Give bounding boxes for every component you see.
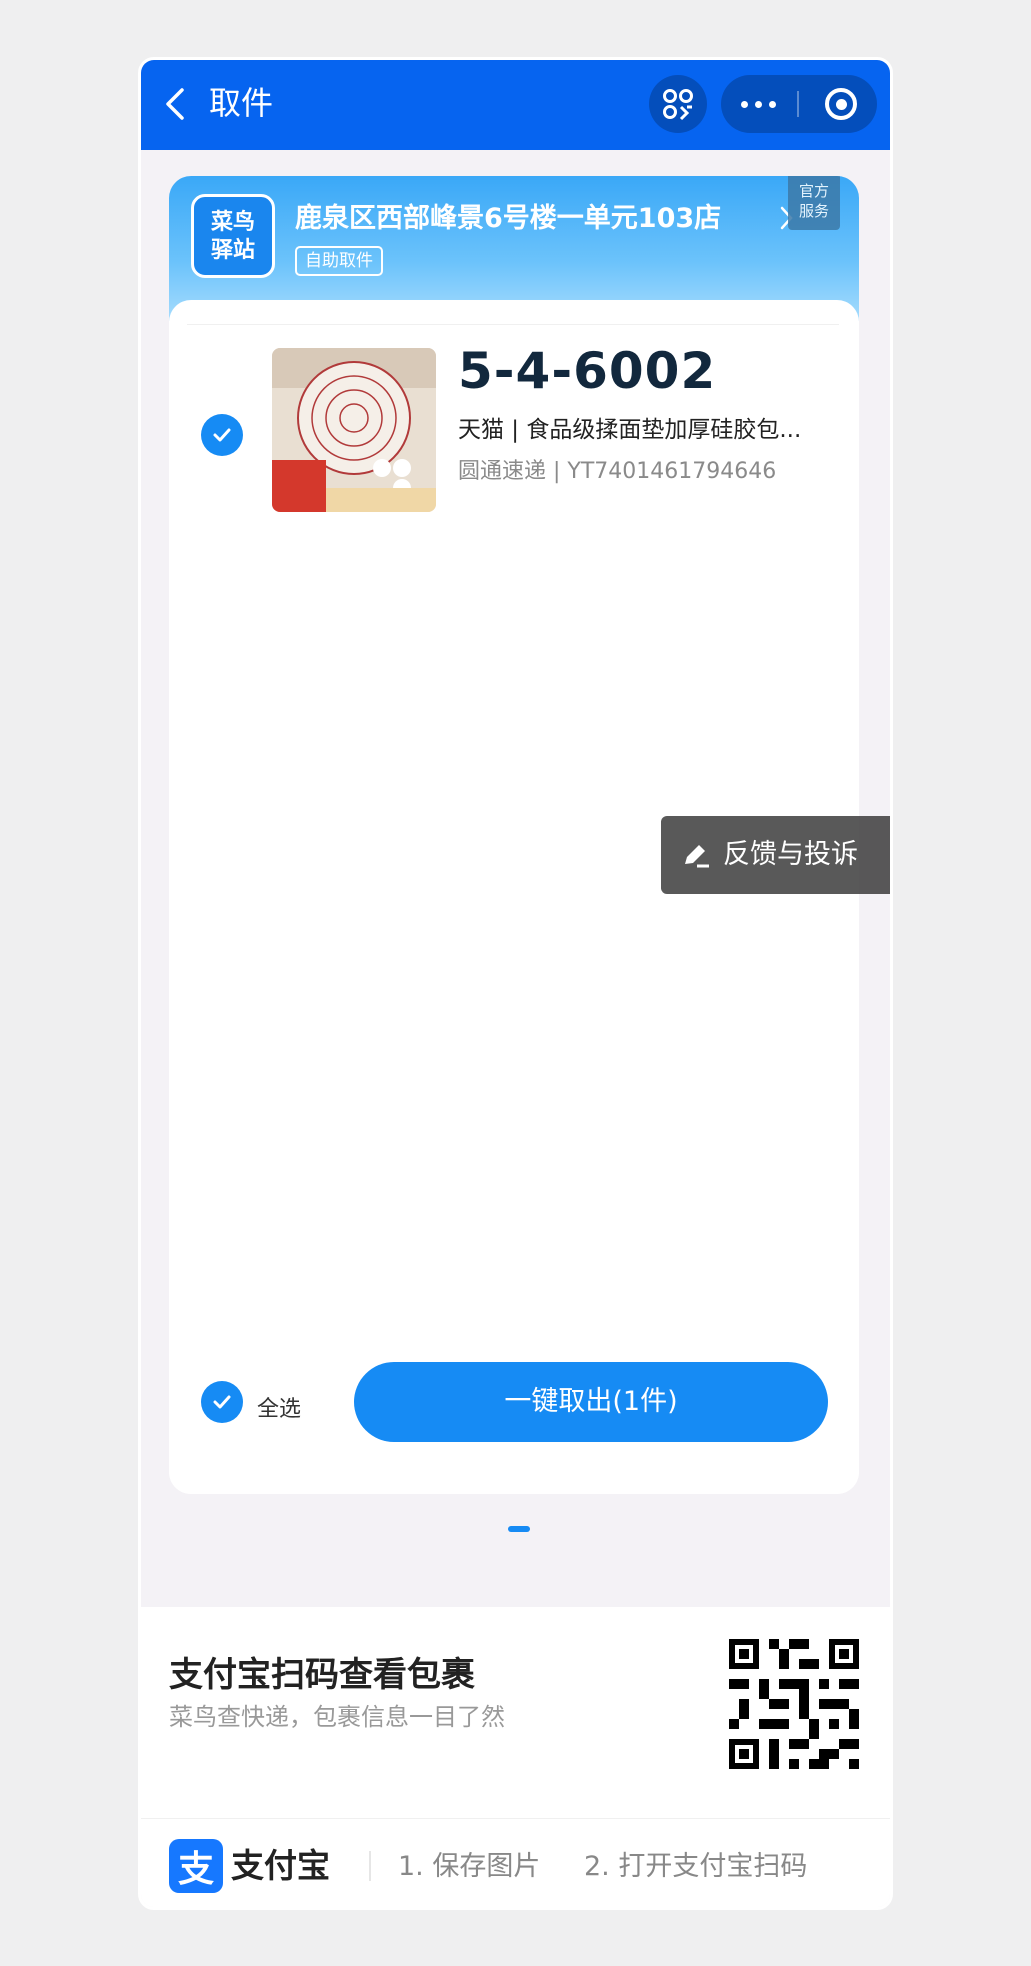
badge-line: 官方 [798,182,829,200]
package-description: 天猫 | 食品级揉面垫加厚硅胶包... [458,417,802,443]
page-indicator [508,1526,530,1532]
step-open-alipay: 2. 打开支付宝扫码 [584,1851,808,1882]
scan-code-icon [663,89,693,121]
divider [369,1851,371,1881]
more-dot [769,100,776,108]
tracking-info: 圆通速递 | YT7401461794646 [458,459,777,484]
navbar: 取件 [141,60,890,150]
self-pickup-tag: 自助取件 [295,246,383,276]
scan-code-button[interactable] [649,75,707,133]
alipay-logo-icon: 支 [169,1839,223,1893]
more-button[interactable] [721,75,796,133]
feedback-button[interactable]: 反馈与投诉 [661,816,890,894]
divider [141,1818,890,1819]
badge-line: 服务 [798,202,829,220]
app-frame: 取件 菜鸟 驿站 鹿泉区西部峰景6号楼一单元103店 自助取件 官方 服务 5-… [138,57,893,1910]
official-service-badge: 官方 服务 [788,176,840,230]
package-checkbox[interactable] [201,414,243,456]
chevron-left-icon [166,88,184,120]
package-list: 5-4-6002 天猫 | 食品级揉面垫加厚硅胶包... 圆通速递 | YT74… [169,300,859,1494]
logo-line: 菜鸟 [210,210,255,235]
capsule-divider [797,91,799,117]
promo-title: 支付宝扫码查看包裹 [169,1655,475,1695]
promo-subtitle: 菜鸟查快递，包裹信息一目了然 [169,1703,505,1731]
divider [187,324,839,325]
cainiao-station-logo: 菜鸟 驿站 [191,194,275,278]
more-dot [741,100,748,108]
logo-line: 驿站 [210,238,255,263]
qr-code [729,1639,859,1769]
one-click-pickup-button[interactable]: 一键取出(1件) [354,1362,828,1442]
mini-program-capsule [721,75,877,133]
alipay-promo: 支付宝扫码查看包裹 菜鸟查快递，包裹信息一目了然 支 支付宝 1. 保存图片 2… [141,1607,890,1907]
edit-icon [685,845,709,868]
select-all-label[interactable]: 全选 [257,1391,301,1423]
select-all-checkbox[interactable] [201,1381,243,1423]
check-icon [213,1395,231,1409]
feedback-label: 反馈与投诉 [723,839,858,870]
check-icon [213,428,231,442]
pickup-code: 5-4-6002 [458,342,717,400]
alipay-brand-name: 支付宝 [231,1846,330,1885]
close-mini-program-button[interactable] [805,75,877,133]
station-name[interactable]: 鹿泉区西部峰景6号楼一单元103店 [295,196,721,235]
back-button[interactable] [153,80,197,128]
product-thumbnail [272,348,436,512]
step-save-image: 1. 保存图片 [398,1851,541,1882]
target-circle-icon [825,88,857,120]
more-dot [755,100,762,108]
page-title: 取件 [209,84,274,122]
